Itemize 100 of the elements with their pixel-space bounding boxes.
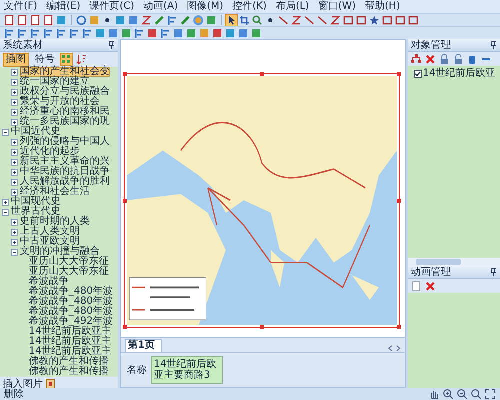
rectangle-icon[interactable] (356, 14, 367, 26)
curve-icon[interactable] (291, 14, 302, 26)
crop-icon[interactable] (239, 14, 250, 26)
previous-icon[interactable] (388, 345, 393, 352)
tab[interactable]: 符号 (33, 54, 57, 66)
document-icon[interactable] (46, 378, 55, 388)
menu-item[interactable]: 编辑(E) (46, 0, 81, 12)
menu-item[interactable]: 文件(F) (4, 0, 38, 12)
pencil-icon[interactable] (154, 14, 165, 26)
menu-item[interactable]: 动画(A) (143, 0, 178, 12)
collapse-icon[interactable] (11, 248, 18, 256)
tree-item[interactable]: 经济重心的南移和民 (20, 107, 110, 117)
line-icon[interactable] (304, 14, 315, 26)
square-icon[interactable] (206, 14, 217, 26)
tree-item[interactable]: 政权分立与民族融合 (20, 87, 110, 97)
expand-icon[interactable] (11, 228, 18, 236)
document-icon[interactable] (411, 280, 422, 292)
horizontal-scrollbar[interactable] (408, 258, 500, 266)
align-icon[interactable] (160, 28, 171, 38)
expand-icon[interactable] (11, 78, 18, 86)
expand-icon[interactable] (11, 188, 18, 196)
tree-item[interactable]: 中华民族的抗日战争 (20, 167, 110, 177)
tree-item[interactable]: 14世纪前后欧亚主 (29, 337, 112, 347)
tree-item[interactable]: 希波战争 (29, 277, 69, 287)
tree-item[interactable]: 希波战争_480年波 (29, 307, 114, 317)
collapse-icon[interactable] (2, 208, 9, 216)
name-field[interactable]: 14世纪前后欧亚主要商路3 (151, 356, 223, 384)
tree-item[interactable]: 佛教的产生和传播 (29, 357, 109, 367)
tree-item[interactable]: 人民解放战争的胜利 (20, 177, 110, 187)
object-item[interactable]: 14世纪前后欧亚 (423, 68, 496, 79)
tab[interactable]: 插图 (3, 52, 29, 66)
line-icon[interactable] (278, 14, 289, 26)
next-icon[interactable] (396, 345, 401, 352)
tree-item[interactable]: 佛教的产生和传播 (29, 367, 109, 377)
checkbox[interactable] (414, 70, 422, 78)
align-icon[interactable] (82, 28, 93, 38)
expand-icon[interactable] (2, 198, 9, 206)
tree-item[interactable]: 史前时期的人类 (20, 217, 90, 227)
tree-item[interactable]: 希波战争_480年波 (29, 287, 114, 297)
expand-icon[interactable] (11, 68, 18, 76)
rectangle-icon[interactable] (343, 14, 354, 26)
tree-item[interactable]: 经济和社会生活 (20, 187, 90, 197)
menu-item[interactable]: 窗口(W) (318, 0, 356, 12)
align-icon[interactable] (30, 28, 41, 38)
network-icon[interactable] (411, 54, 422, 64)
tree-item[interactable]: 中古亚欧文明 (20, 237, 80, 247)
square-icon[interactable] (186, 28, 197, 38)
page-tab[interactable]: 第1页 (125, 339, 162, 352)
delete-icon[interactable] (425, 54, 436, 64)
expand-icon[interactable] (11, 158, 18, 166)
expand-icon[interactable] (11, 168, 18, 176)
expand-icon[interactable] (11, 148, 18, 156)
zoom-in-icon[interactable] (443, 388, 454, 400)
expand-icon[interactable] (11, 88, 18, 96)
tree-item[interactable]: 国家的产生和社会变 (20, 67, 110, 77)
expand-icon[interactable] (11, 98, 18, 106)
document-icon[interactable] (30, 14, 41, 26)
align-icon[interactable] (4, 28, 15, 38)
line-icon[interactable] (317, 14, 328, 26)
align-icon[interactable] (56, 28, 67, 38)
expand-icon[interactable] (11, 118, 18, 126)
square-icon[interactable] (121, 28, 132, 38)
square-icon[interactable] (147, 28, 158, 38)
menu-item[interactable]: 控件(K) (232, 0, 267, 12)
align-icon[interactable] (69, 28, 80, 38)
curve-icon[interactable] (330, 14, 341, 26)
align-icon[interactable] (43, 28, 54, 38)
expand-icon[interactable] (11, 108, 18, 116)
tree-item[interactable]: 中国现代史 (11, 197, 61, 207)
menu-item[interactable]: 图像(M) (187, 0, 224, 12)
tree-item[interactable]: 上古人类文明 (20, 227, 80, 237)
collapse-icon[interactable] (2, 128, 9, 136)
menu-item[interactable]: 课件页(C) (90, 0, 134, 12)
tree-item[interactable]: 14世纪前后欧亚主 (29, 347, 112, 357)
expand-icon[interactable] (11, 218, 18, 226)
pin-icon[interactable] (108, 40, 115, 50)
circle-icon[interactable] (76, 14, 87, 26)
tree-item[interactable]: 近代化的起步 (20, 147, 80, 157)
zoom-out-icon[interactable] (457, 388, 468, 400)
star-icon[interactable] (369, 14, 380, 26)
pin-icon[interactable] (490, 268, 497, 276)
tree-item[interactable]: 文明的冲撞与融合 (20, 247, 100, 257)
align-icon[interactable] (17, 28, 28, 38)
pencil-icon[interactable] (180, 14, 191, 26)
search-icon[interactable] (471, 388, 482, 400)
square-icon[interactable] (128, 14, 139, 26)
tree-item[interactable]: 列强的侵略与中国人 (20, 137, 110, 147)
tree-item[interactable]: 希波战争_480年波 (29, 297, 114, 307)
menu-item[interactable]: 布局(L) (276, 0, 310, 12)
document-icon[interactable] (4, 14, 15, 26)
delete-icon[interactable] (425, 280, 436, 292)
expand-icon[interactable] (11, 238, 18, 246)
expand-icon[interactable] (11, 178, 18, 186)
align-icon[interactable] (134, 28, 145, 38)
color-wheel-icon[interactable] (193, 14, 204, 26)
sort-icon[interactable] (76, 54, 87, 65)
pin-icon[interactable] (490, 40, 497, 50)
tree-item[interactable]: 世界古代史 (11, 207, 61, 217)
rectangle-icon[interactable] (408, 14, 419, 26)
square-icon[interactable] (173, 28, 184, 38)
